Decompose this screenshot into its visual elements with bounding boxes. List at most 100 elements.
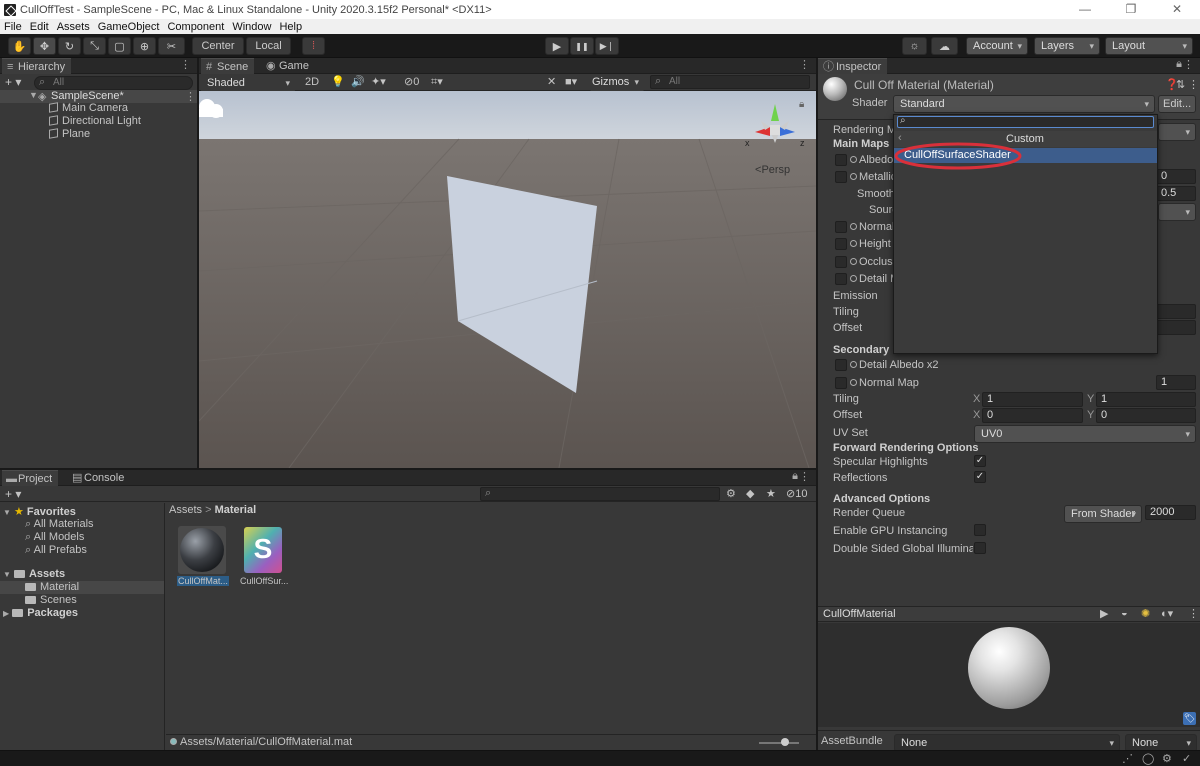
pause-button[interactable]: ❚❚ (570, 37, 594, 55)
grid-toggle-icon[interactable]: ⌗▾ (431, 75, 443, 89)
layers-dropdown[interactable]: Layers (1034, 37, 1100, 55)
picker-icon[interactable] (850, 223, 857, 230)
component-menu-icon[interactable]: ⋮ (1188, 78, 1199, 91)
material-preview-area[interactable]: 🏷︎ (818, 623, 1200, 727)
favorite-all-models[interactable]: ⌕ All Models (25, 531, 84, 544)
hidden-objects-icon[interactable]: ⊘0 (404, 75, 419, 88)
status-bug-icon[interactable]: ⚙ (1162, 752, 1172, 765)
detail-mask-slot[interactable] (835, 273, 847, 285)
menu-window[interactable]: Window (232, 21, 271, 33)
slider-handle[interactable] (781, 738, 789, 746)
picker-icon[interactable] (850, 275, 857, 282)
presets-icon[interactable]: ⇅ (1176, 78, 1185, 91)
shader-dropdown[interactable]: Standard (893, 95, 1155, 113)
picker-icon[interactable] (850, 379, 857, 386)
picker-icon[interactable] (850, 258, 857, 265)
occlusion-texture-slot[interactable] (835, 256, 847, 268)
tiling-y-field[interactable]: 1 (1096, 392, 1196, 407)
offset-field[interactable] (1156, 320, 1196, 335)
picker-icon[interactable] (850, 361, 857, 368)
panel-menu-icon[interactable]: ⋮ (1183, 58, 1194, 71)
asset-shader-file[interactable]: S CullOffSur... (240, 525, 292, 591)
breadcrumb-assets[interactable]: Assets (169, 504, 202, 516)
favorites-section[interactable]: ▼ ★ Favorites (3, 505, 76, 518)
hidden-packages-icon[interactable]: ⊘10 (786, 487, 807, 500)
shader-search-input[interactable]: ⌕ (897, 115, 1154, 128)
tiling-field[interactable] (1156, 304, 1196, 319)
hierarchy-add-button[interactable]: + ▾ (5, 75, 21, 89)
preview-play-icon[interactable]: ▶ (1100, 607, 1108, 620)
play-button[interactable]: ▶ (545, 37, 569, 55)
favorite-star-icon[interactable]: ★ (766, 487, 776, 500)
cloud-icon[interactable]: ☁ (931, 37, 958, 55)
tab-hierarchy[interactable]: ≡ Hierarchy (2, 58, 72, 74)
minimize-button[interactable]: — (1062, 0, 1108, 19)
menu-assets[interactable]: Assets (57, 21, 90, 33)
breadcrumb-material[interactable]: Material (215, 504, 257, 516)
reflections-checkbox[interactable]: ✓ (974, 471, 986, 483)
status-progress-icon[interactable]: ⋰ (1122, 752, 1133, 765)
move-tool-icon[interactable]: ✥ (33, 37, 56, 55)
maximize-button[interactable]: ❐ (1108, 0, 1154, 19)
favorite-all-prefabs[interactable]: ⌕ All Prefabs (25, 544, 87, 557)
assets-section[interactable]: ▼ Assets (3, 568, 65, 580)
hand-tool-icon[interactable]: ✋ (8, 37, 31, 55)
close-button[interactable]: ✕ (1154, 0, 1200, 19)
filter-label-icon[interactable]: ◆ (746, 487, 754, 500)
scene-menu-icon[interactable]: ⋮ (185, 90, 196, 103)
step-button[interactable]: ▶❘ (595, 37, 619, 55)
pivot-center-button[interactable]: Center (192, 37, 244, 55)
menu-file[interactable]: File (4, 21, 22, 33)
tab-inspector[interactable]: ⓘ Inspector (818, 58, 888, 74)
account-dropdown[interactable]: Account (966, 37, 1028, 55)
project-add-button[interactable]: + ▾ (5, 487, 21, 501)
rendering-mode-dropdown[interactable] (1158, 123, 1196, 141)
render-queue-field[interactable]: 2000 (1145, 505, 1196, 520)
render-queue-dropdown[interactable]: From Shader (1064, 505, 1142, 523)
asset-material-file[interactable]: CullOffMat... (177, 525, 229, 591)
edit-shader-button[interactable]: Edit... (1158, 95, 1196, 113)
custom-tool-icon[interactable]: ✂ (158, 37, 185, 55)
height-texture-slot[interactable] (835, 238, 847, 250)
scale-tool-icon[interactable]: ⤡ (83, 37, 106, 55)
detail-normal-slot[interactable] (835, 377, 847, 389)
grid-snap-icon[interactable]: ⁞ (302, 37, 325, 55)
transform-tool-icon[interactable]: ⊕ (133, 37, 156, 55)
tools-icon[interactable]: ✕ (547, 75, 556, 88)
lock-icon[interactable]: 🔒︎ (1176, 58, 1182, 71)
albedo-texture-slot[interactable] (835, 154, 847, 166)
tree-item-material[interactable]: Material (0, 581, 164, 594)
projection-label[interactable]: <Persp (755, 164, 790, 176)
tag-icon[interactable]: 🏷︎ (1183, 712, 1196, 725)
hierarchy-item-main-camera[interactable]: Main Camera (49, 102, 128, 114)
tab-project[interactable]: ▬ Project (2, 470, 59, 486)
menu-component[interactable]: Component (167, 21, 224, 33)
source-dropdown[interactable] (1158, 203, 1196, 221)
detail-albedo-slot[interactable] (835, 359, 847, 371)
tab-game[interactable]: ◉ Game (261, 58, 315, 74)
rect-tool-icon[interactable]: ▢ (108, 37, 131, 55)
offset-x-field[interactable]: 0 (982, 408, 1083, 423)
tab-console[interactable]: ▤ Console (68, 470, 130, 486)
normal-texture-slot[interactable] (835, 221, 847, 233)
hierarchy-search-input[interactable]: All (34, 76, 193, 90)
layout-dropdown[interactable]: Layout (1105, 37, 1193, 55)
effects-toggle-icon[interactable]: ✦▾ (371, 75, 386, 88)
picker-icon[interactable] (850, 240, 857, 247)
2d-toggle[interactable]: 2D (305, 76, 319, 88)
lighting-toggle-icon[interactable]: 💡 (331, 75, 345, 88)
camera-icon[interactable]: ■▾ (565, 75, 577, 88)
picker-icon[interactable] (850, 156, 857, 163)
normal-map-scale-field[interactable]: 1 (1156, 375, 1196, 390)
metallic-texture-slot[interactable] (835, 171, 847, 183)
pivot-local-button[interactable]: Local (246, 37, 291, 55)
tab-scene[interactable]: # Scene (201, 58, 255, 74)
menu-edit[interactable]: Edit (30, 21, 49, 33)
filter-type-icon[interactable]: ⚙ (726, 487, 736, 500)
status-cache-icon[interactable]: ◯ (1142, 752, 1154, 765)
preview-light-icon[interactable]: ✺ (1141, 607, 1150, 620)
expand-arrow-icon[interactable]: ▼ (29, 90, 38, 100)
preview-menu-icon[interactable]: ⋮ (1188, 607, 1199, 620)
tree-item-scenes[interactable]: Scenes (25, 594, 77, 606)
lock-icon[interactable]: 🔒︎ (792, 470, 798, 483)
